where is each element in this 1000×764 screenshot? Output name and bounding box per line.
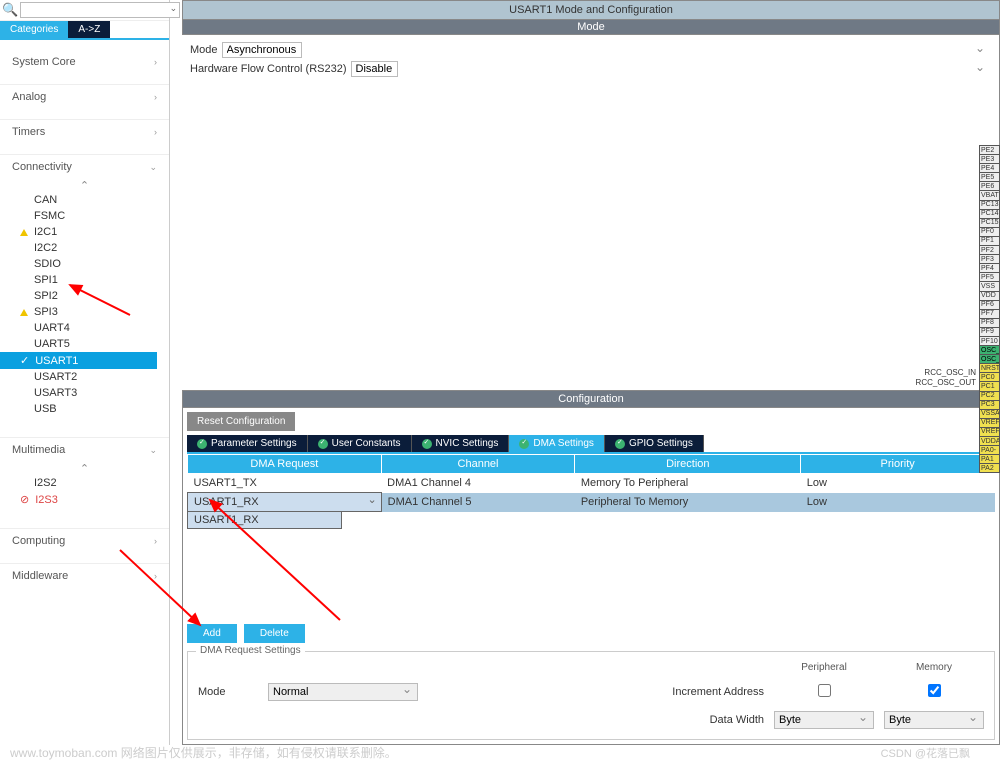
check-icon	[615, 439, 625, 449]
req-mode-label: Mode	[198, 686, 258, 698]
inc-periph-check[interactable]	[818, 684, 831, 697]
hwflow-select[interactable]: Disable	[351, 61, 398, 77]
watermark: CSDN @花落已飘	[881, 745, 970, 761]
tab-categories[interactable]: Categories	[0, 21, 68, 38]
req-legend: DMA Request Settings	[196, 645, 305, 656]
check-icon	[318, 439, 328, 449]
item-i2s2[interactable]: I2S2	[0, 475, 169, 491]
item-i2c1[interactable]: I2C1	[0, 224, 169, 240]
chevron-right-icon: ›	[154, 127, 157, 137]
mode-label: Mode	[190, 44, 218, 56]
cat-timers[interactable]: Timers›	[0, 119, 169, 144]
item-uart5[interactable]: UART5	[0, 336, 169, 352]
chevron-right-icon: ›	[154, 57, 157, 67]
item-sdio[interactable]: SDIO	[0, 256, 169, 272]
chevron-down-icon: ⌄	[149, 162, 157, 173]
cat-analog[interactable]: Analog›	[0, 84, 169, 109]
inc-mem-check[interactable]	[928, 684, 941, 697]
periph-header: Peripheral	[774, 662, 874, 673]
inc-label: Increment Address	[428, 686, 764, 698]
pin-PA2[interactable]: PA2	[979, 463, 1000, 473]
col-priority[interactable]: Priority	[801, 455, 995, 474]
tab-dma[interactable]: DMA Settings	[509, 435, 605, 452]
dma-table: DMA Request Channel Direction Priority U…	[187, 454, 995, 512]
item-uart4[interactable]: UART4	[0, 320, 169, 336]
cat-middleware[interactable]: Middleware›	[0, 563, 169, 588]
chevron-down-icon: ⌄	[149, 445, 157, 456]
main-title: USART1 Mode and Configuration	[182, 0, 1000, 20]
pinout-strip: PE2PE3PE4PE5PE6VBATPC13PC14PC15PF0PF1PF2…	[979, 145, 1000, 472]
mode-header: Mode	[182, 20, 1000, 35]
collapse-icon[interactable]: ⌃	[0, 462, 169, 475]
item-usart2[interactable]: USART2	[0, 369, 169, 385]
chevron-right-icon: ›	[154, 536, 157, 546]
delete-button[interactable]: Delete	[244, 624, 305, 643]
item-i2c2[interactable]: I2C2	[0, 240, 169, 256]
mem-header: Memory	[884, 662, 984, 673]
dma-dropdown-option[interactable]: USART1_RX	[187, 511, 342, 529]
tab-az[interactable]: A->Z	[68, 21, 110, 38]
col-channel[interactable]: Channel	[381, 455, 575, 474]
col-request[interactable]: DMA Request	[188, 455, 382, 474]
req-mode-select[interactable]: Normal	[268, 683, 418, 701]
search-dropdown-icon[interactable]: ⌄	[170, 3, 178, 14]
dw-periph-select[interactable]: Byte	[774, 711, 874, 729]
dma-request-select[interactable]: USART1_RX	[188, 493, 382, 512]
item-spi2[interactable]: SPI2	[0, 288, 169, 304]
cat-multimedia[interactable]: Multimedia⌄	[0, 437, 169, 462]
collapse-icon[interactable]: ⌃	[0, 179, 169, 192]
cat-computing[interactable]: Computing›	[0, 528, 169, 553]
hwflow-label: Hardware Flow Control (RS232)	[190, 63, 347, 75]
item-fsmc[interactable]: FSMC	[0, 208, 169, 224]
warn-icon	[20, 309, 28, 316]
check-icon	[519, 439, 529, 449]
ban-icon: ⊘	[20, 493, 29, 506]
tab-nvic[interactable]: NVIC Settings	[412, 435, 510, 452]
item-usart1[interactable]: USART1	[0, 352, 157, 369]
check-icon	[422, 439, 432, 449]
cat-system[interactable]: System Core›	[0, 50, 169, 74]
col-direction[interactable]: Direction	[575, 455, 801, 474]
mode-select[interactable]: Asynchronous	[222, 42, 302, 58]
item-spi1[interactable]: SPI1	[0, 272, 169, 288]
cat-connectivity[interactable]: Connectivity⌄	[0, 154, 169, 179]
chevron-right-icon: ›	[154, 571, 157, 581]
search-icon[interactable]: 🔍	[2, 2, 18, 18]
reset-button[interactable]: Reset Configuration	[187, 412, 295, 431]
chevron-right-icon: ›	[154, 92, 157, 102]
item-usart3[interactable]: USART3	[0, 385, 169, 401]
tab-param[interactable]: Parameter Settings	[187, 435, 308, 452]
config-header: Configuration	[182, 390, 1000, 408]
pin-label-osc-out: RCC_OSC_OUT	[916, 378, 976, 387]
sidebar: 🔍 ⌄ ⚙ Categories A->Z System Core› Analo…	[0, 0, 170, 745]
dw-label: Data Width	[428, 714, 764, 726]
search-input[interactable]	[20, 2, 180, 18]
item-can[interactable]: CAN	[0, 192, 169, 208]
item-spi3[interactable]: SPI3	[0, 304, 169, 320]
main-panel: USART1 Mode and Configuration Mode Mode …	[182, 0, 1000, 745]
pin-label-osc-in: RCC_OSC_IN	[924, 368, 976, 377]
item-i2s3[interactable]: ⊘I2S3	[0, 491, 169, 508]
tab-user[interactable]: User Constants	[308, 435, 412, 452]
table-row[interactable]: USART1_TXDMA1 Channel 4Memory To Periphe…	[188, 474, 995, 493]
add-button[interactable]: Add	[187, 624, 237, 643]
item-usb[interactable]: USB	[0, 401, 169, 417]
warn-icon	[20, 229, 28, 236]
watermark: www.toymoban.com 网络图片仅供展示，非存储，如有侵权请联系删除。	[10, 744, 397, 761]
tab-gpio[interactable]: GPIO Settings	[605, 435, 704, 452]
check-icon	[197, 439, 207, 449]
table-row[interactable]: USART1_RXDMA1 Channel 5Peripheral To Mem…	[188, 493, 995, 512]
dw-mem-select[interactable]: Byte	[884, 711, 984, 729]
